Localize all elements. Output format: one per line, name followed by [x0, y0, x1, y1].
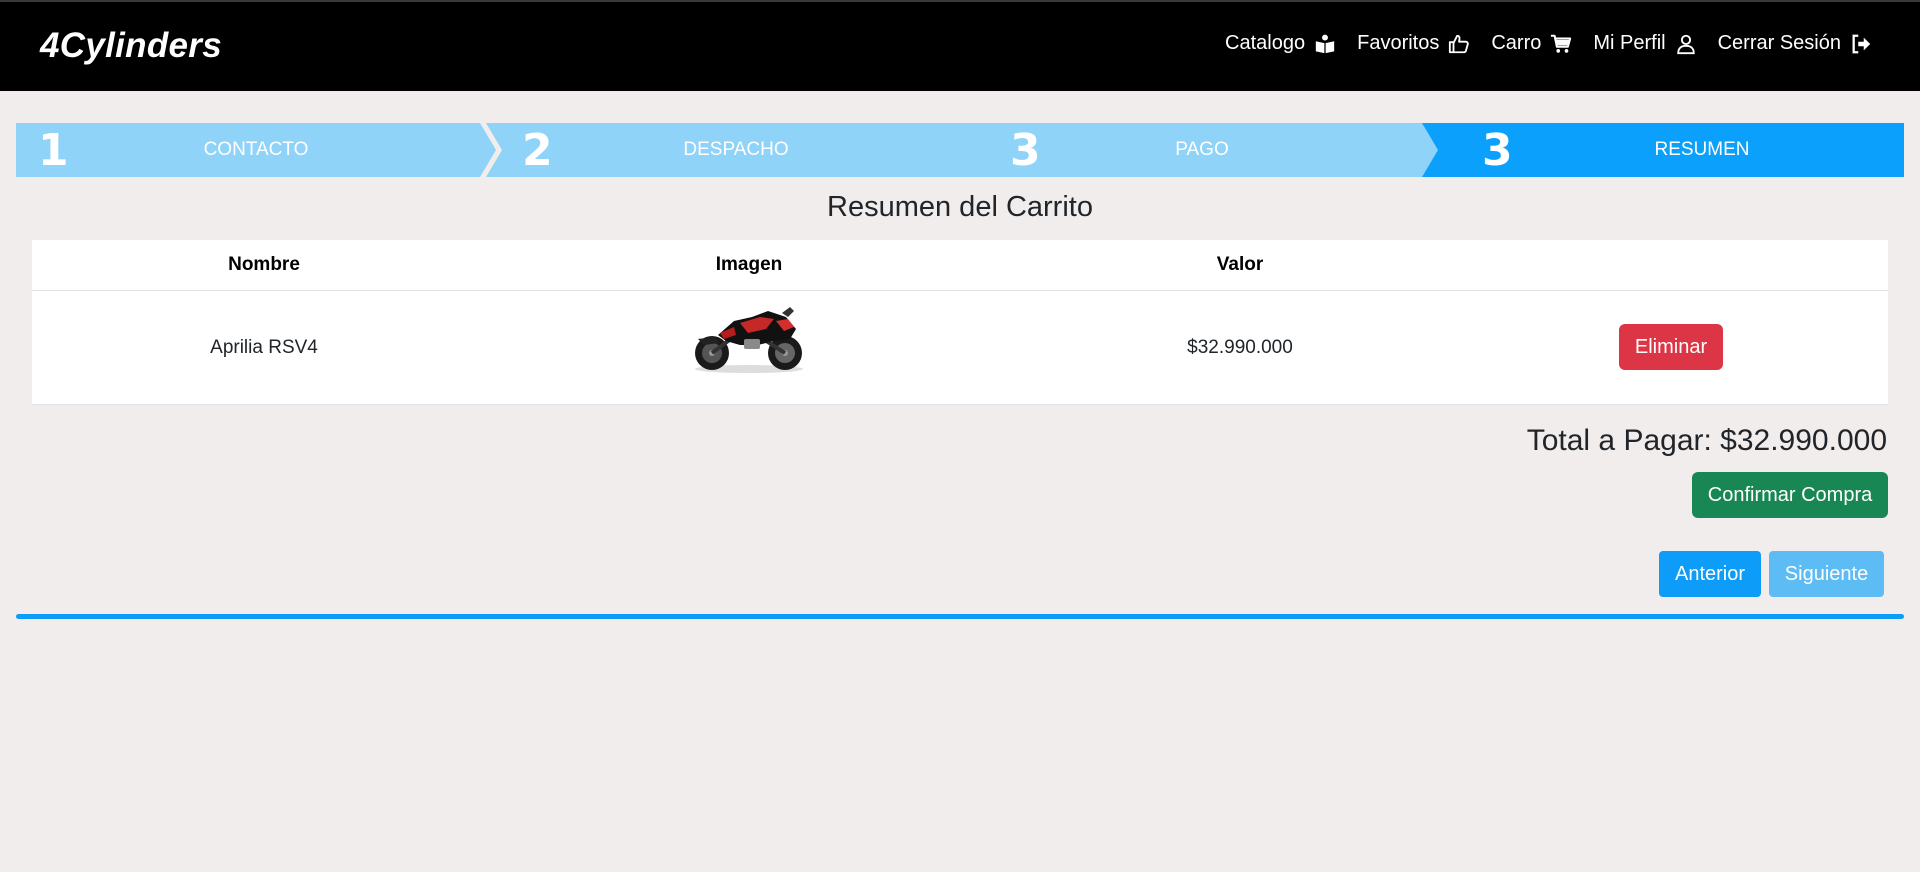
nav-link-label: Mi Perfil: [1593, 32, 1666, 54]
logout-icon: [1850, 33, 1872, 55]
nav-link-carro[interactable]: Carro: [1491, 32, 1572, 55]
step-number: 3: [1482, 124, 1513, 176]
step-label: DESPACHO: [683, 139, 789, 160]
motorcycle-image: [695, 307, 803, 373]
step-label: CONTACTO: [203, 139, 309, 160]
delete-item-button[interactable]: Eliminar: [1619, 324, 1723, 370]
nav-link-cerrar-sesion[interactable]: Cerrar Sesión: [1718, 32, 1872, 55]
cart-icon: [1550, 33, 1572, 55]
page-title: Resumen del Carrito: [827, 191, 1093, 223]
nav-link-catalogo[interactable]: Catalogo: [1225, 32, 1336, 55]
next-button[interactable]: Siguiente: [1769, 551, 1884, 597]
nav-links: Catalogo Favoritos Carro Mi Perfil Cerra…: [1225, 32, 1872, 55]
nav-link-label: Carro: [1491, 32, 1542, 54]
column-header-imagen: Imagen: [715, 254, 783, 275]
step-number: 2: [522, 124, 553, 176]
step-resumen[interactable]: 3 RESUMEN: [1422, 123, 1904, 177]
column-header-valor: Valor: [1216, 254, 1264, 275]
nav-link-label: Cerrar Sesión: [1717, 32, 1841, 54]
table-row: Aprilia RSV4 $32.990.000 Eliminar: [32, 291, 1888, 405]
bottom-divider: [16, 614, 1904, 619]
step-despacho[interactable]: 2 DESPACHO: [486, 123, 976, 177]
table-header: Nombre Imagen Valor: [32, 240, 1888, 291]
previous-button[interactable]: Anterior: [1659, 551, 1761, 597]
nav-link-mi-perfil[interactable]: Mi Perfil: [1593, 32, 1696, 55]
book-reader-icon: [1314, 33, 1336, 55]
top-navbar: 4Cylinders Catalogo Favoritos Carro Mi P…: [0, 0, 1920, 91]
step-label: PAGO: [1175, 139, 1229, 160]
checkout-stepper: 1 CONTACTO 2 DESPACHO 3 PAGO 3 RESUMEN: [16, 123, 1904, 177]
confirm-purchase-button[interactable]: Confirmar Compra: [1692, 472, 1888, 518]
nav-link-favoritos[interactable]: Favoritos: [1357, 32, 1470, 55]
nav-link-label: Favoritos: [1357, 32, 1440, 54]
step-pago[interactable]: 3 PAGO: [958, 123, 1448, 177]
column-header-actions: [1488, 240, 1888, 290]
step-label: RESUMEN: [1654, 139, 1750, 160]
step-contacto[interactable]: 1 CONTACTO: [16, 123, 496, 177]
step-number: 3: [1010, 124, 1041, 176]
column-header-nombre: Nombre: [228, 254, 300, 275]
step-number: 1: [38, 124, 69, 176]
product-value: $32.990.000: [1187, 337, 1293, 358]
total-to-pay: Total a Pagar: $32.990.000: [1526, 424, 1887, 457]
thumbs-up-icon: [1448, 33, 1470, 55]
brand-logo[interactable]: 4Cylinders: [40, 26, 222, 66]
user-icon: [1675, 33, 1697, 55]
nav-link-label: Catalogo: [1225, 32, 1306, 54]
cart-table: Nombre Imagen Valor Aprilia RSV4 $32.990…: [32, 240, 1888, 405]
product-name: Aprilia RSV4: [210, 337, 318, 358]
